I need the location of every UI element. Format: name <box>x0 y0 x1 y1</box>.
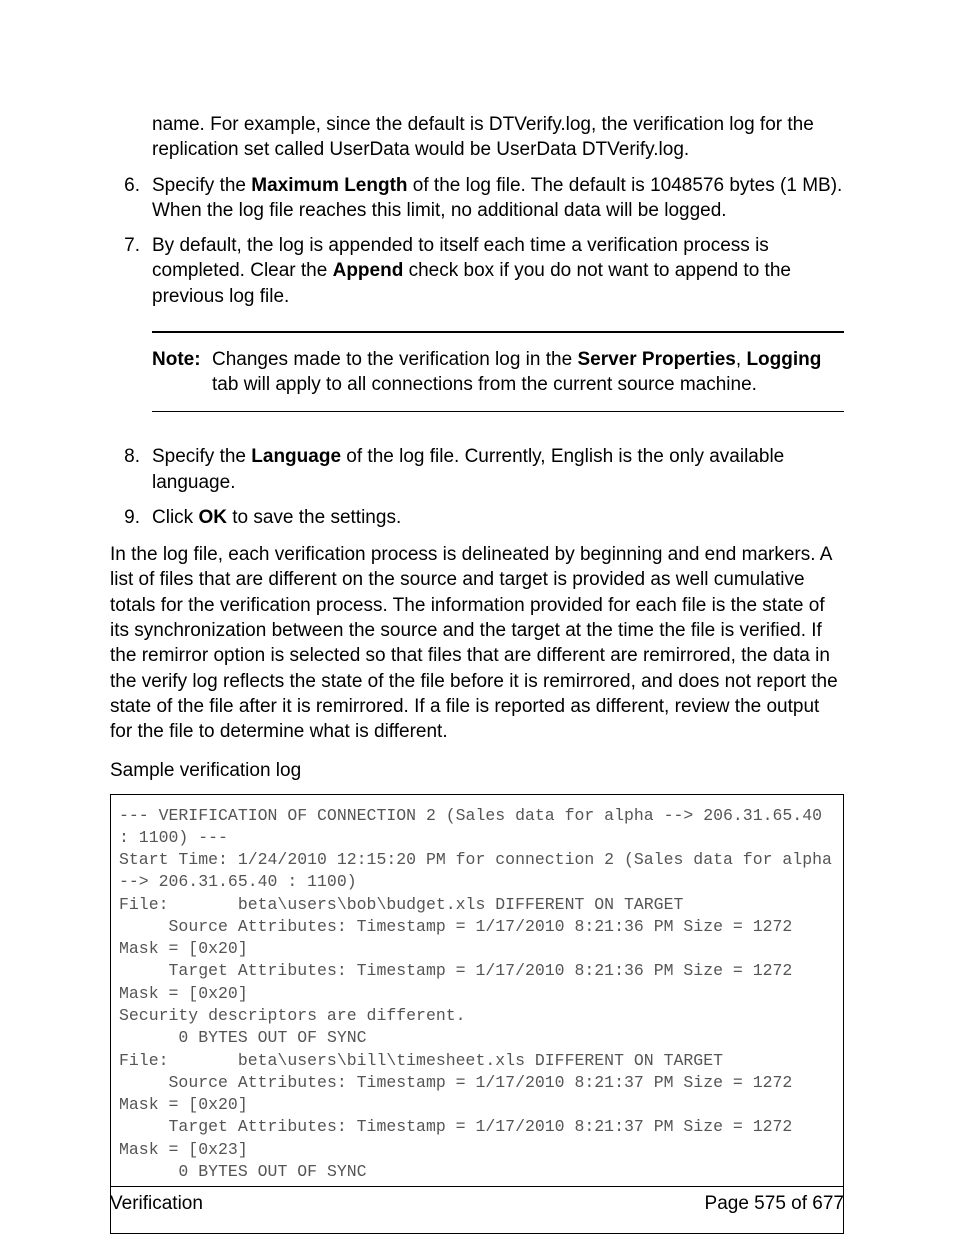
sample-log-code: --- VERIFICATION OF CONNECTION 2 (Sales … <box>110 794 844 1235</box>
page-footer: Verification Page 575 of 677 <box>110 1186 844 1215</box>
bold-text: Server Properties <box>577 349 735 370</box>
footer-section-title: Verification <box>110 1193 203 1215</box>
list-number: 8. <box>110 444 152 495</box>
note-text: Changes made to the verification log in … <box>212 347 844 398</box>
body-paragraph: In the log file, each verification proce… <box>110 542 844 744</box>
bold-text: Logging <box>746 349 821 370</box>
text: Specify the <box>152 175 251 196</box>
note-label: Note: <box>152 347 212 398</box>
text: Changes made to the verification log in … <box>212 349 577 370</box>
list-number: 6. <box>110 173 152 224</box>
list-item-9: 9. Click OK to save the settings. <box>110 505 844 530</box>
list-number: 9. <box>110 505 152 530</box>
list-item-7: 7. By default, the log is appended to it… <box>110 233 844 309</box>
list-item-8: 8. Specify the Language of the log file.… <box>110 444 844 495</box>
sample-log-label: Sample verification log <box>110 758 844 783</box>
note-box: Note: Changes made to the verification l… <box>152 331 844 413</box>
list-number: 7. <box>110 233 152 309</box>
bold-text: Language <box>251 446 341 467</box>
text: , <box>736 349 747 370</box>
list-item-6: 6. Specify the Maximum Length of the log… <box>110 173 844 224</box>
list-body: Specify the Language of the log file. Cu… <box>152 444 844 495</box>
text: Specify the <box>152 446 251 467</box>
list-body: Specify the Maximum Length of the log fi… <box>152 173 844 224</box>
list-body: By default, the log is appended to itsel… <box>152 233 844 309</box>
bold-text: OK <box>198 507 227 528</box>
text: to save the settings. <box>227 507 401 528</box>
intro-paragraph: name. For example, since the default is … <box>152 112 844 163</box>
footer-page-number: Page 575 of 677 <box>705 1193 844 1215</box>
bold-text: Maximum Length <box>251 175 407 196</box>
text: tab will apply to all connections from t… <box>212 374 757 395</box>
text: Click <box>152 507 198 528</box>
list-body: Click OK to save the settings. <box>152 505 844 530</box>
bold-text: Append <box>333 260 404 281</box>
